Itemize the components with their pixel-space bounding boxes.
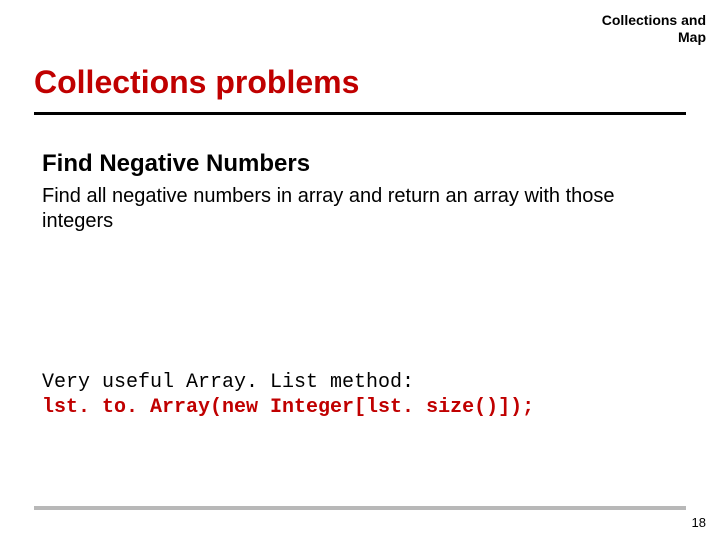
header-label: Collections and Map: [602, 12, 706, 46]
slide: Collections and Map Collections problems…: [0, 0, 720, 540]
code-line-1: Very useful Array. List method:: [42, 370, 678, 395]
page-number: 18: [692, 515, 706, 530]
code-block: Very useful Array. List method: lst. to.…: [42, 370, 678, 420]
footer-rule: [34, 506, 686, 510]
section-heading: Find Negative Numbers: [42, 150, 678, 178]
header-line-1: Collections and: [602, 12, 706, 28]
content-block: Find Negative Numbers Find all negative …: [42, 150, 678, 234]
section-body: Find all negative numbers in array and r…: [42, 184, 678, 234]
header-line-2: Map: [678, 29, 706, 45]
code-line-2: lst. to. Array(new Integer[lst. size()])…: [42, 395, 678, 420]
title-rule: [34, 112, 686, 115]
slide-title: Collections problems: [34, 64, 359, 101]
